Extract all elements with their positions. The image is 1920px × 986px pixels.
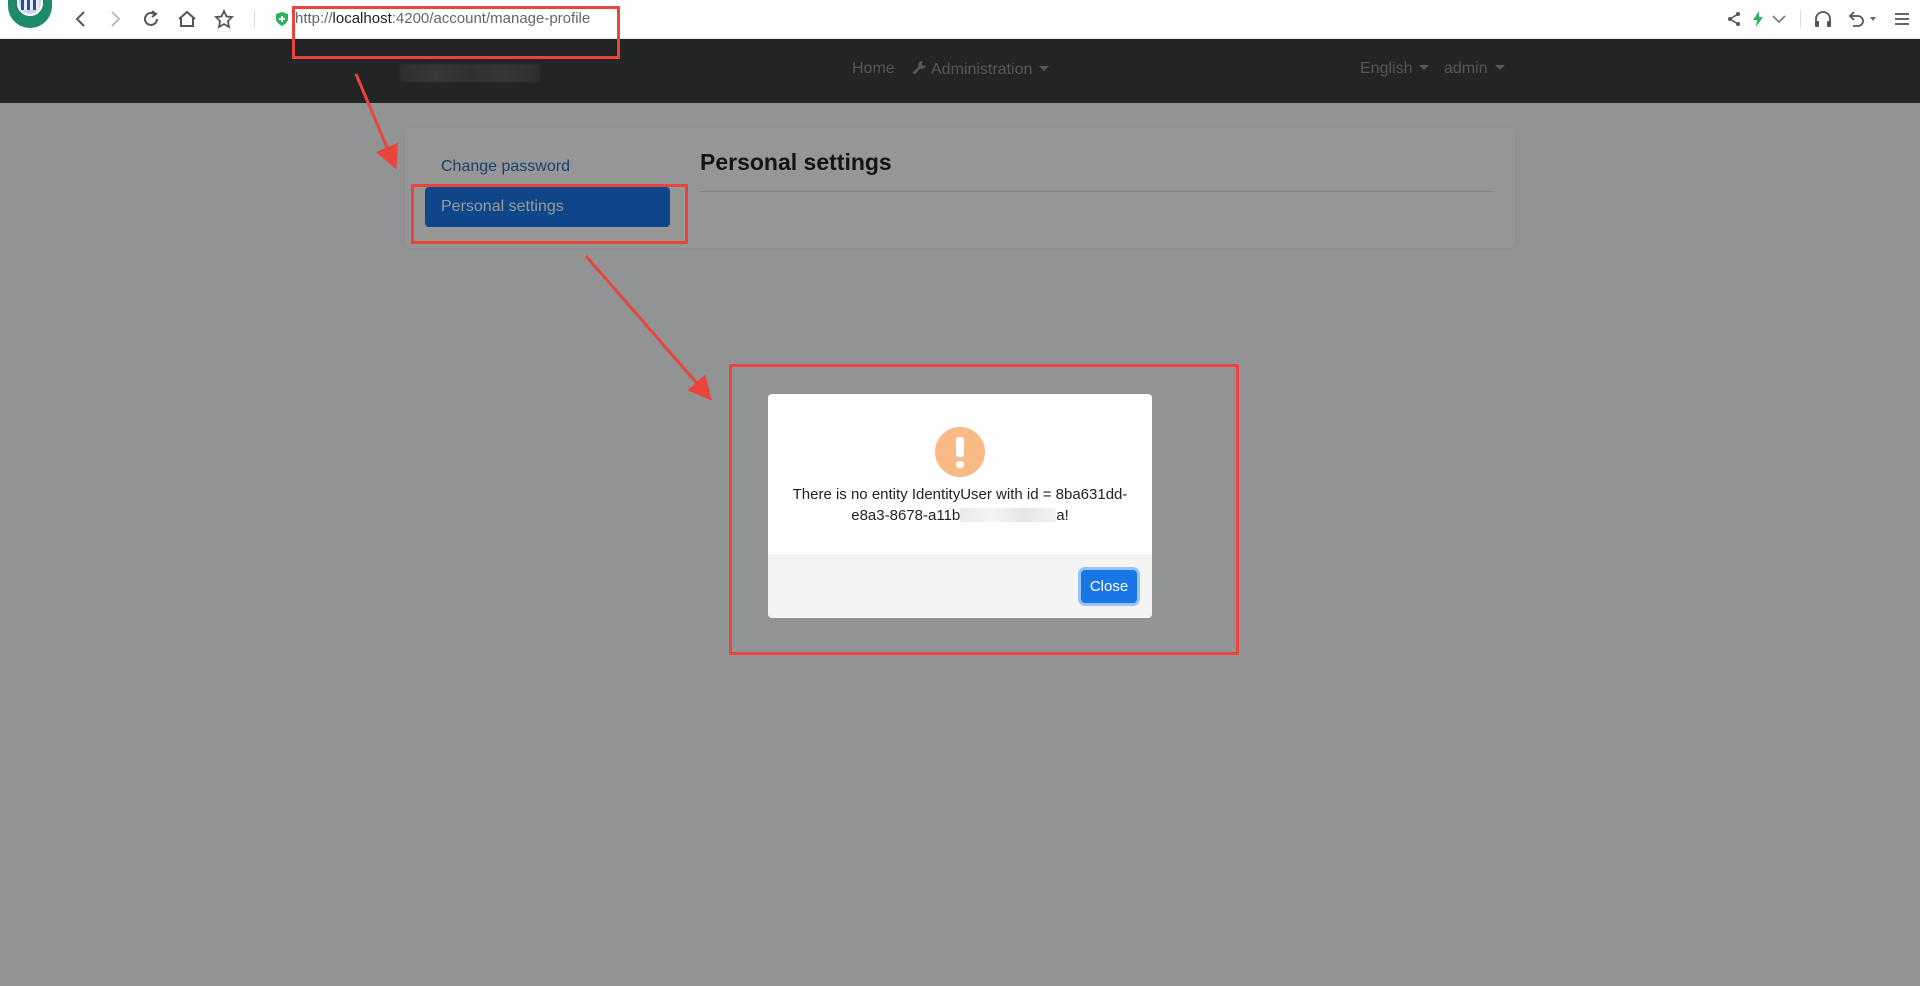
annotation-box-sidebar [411,184,688,244]
undo-dropdown-icon[interactable] [1866,9,1886,29]
share-icon[interactable] [1724,9,1744,29]
browser-toolbar: http://localhost:4200/account/manage-pro… [0,0,1920,39]
annotation-box-url [292,6,620,59]
toolbar-separator [254,10,255,28]
reload-icon[interactable] [140,8,162,30]
browser-logo-icon [8,0,52,28]
secure-shield-icon [276,12,288,26]
back-icon[interactable] [70,8,92,30]
home-icon[interactable] [176,8,198,30]
annotation-box-dialog [729,364,1239,655]
forward-icon[interactable] [104,8,126,30]
lightning-icon[interactable] [1748,9,1768,29]
menu-icon[interactable] [1892,9,1912,29]
headphones-icon[interactable] [1813,9,1833,29]
bookmark-star-icon[interactable] [213,8,235,30]
chevron-down-icon[interactable] [1769,9,1789,29]
undo-icon[interactable] [1846,9,1866,29]
toolbar-separator-right [1800,10,1801,28]
